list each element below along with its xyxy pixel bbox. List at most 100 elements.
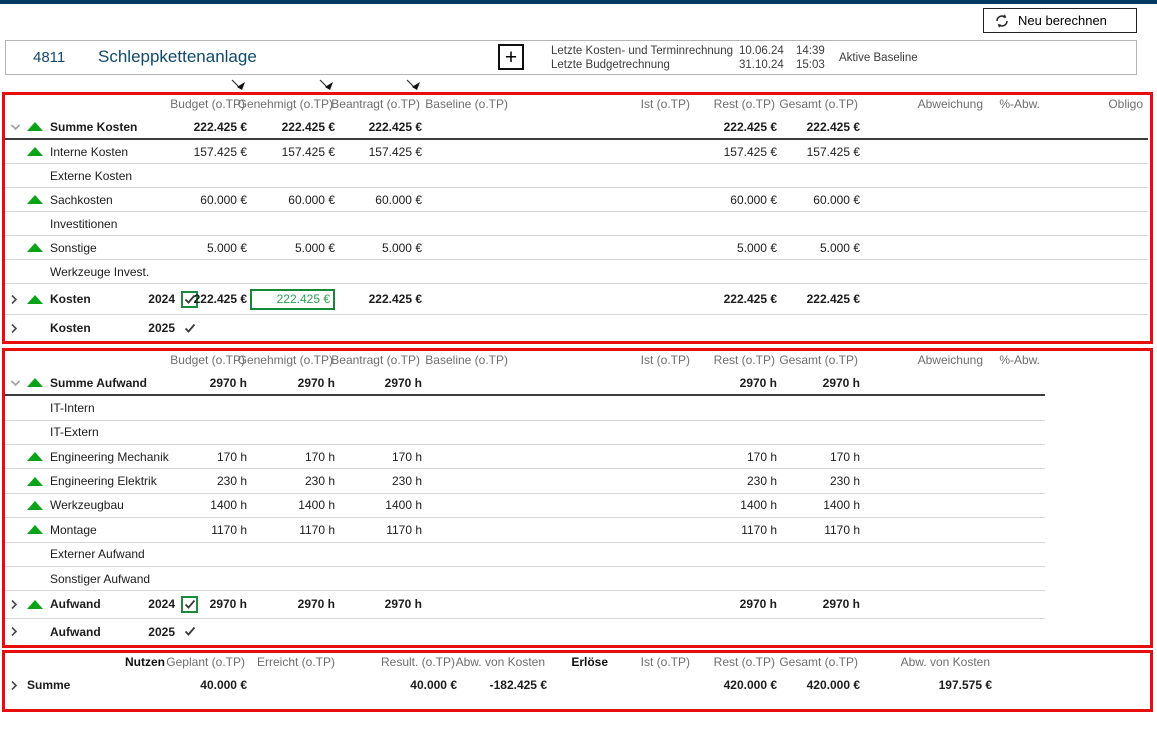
refresh-icon xyxy=(994,13,1010,29)
value-cell xyxy=(513,140,695,163)
value-cell xyxy=(513,494,695,517)
table-row[interactable]: Montage1170 h1170 h1170 h1170 h1170 h xyxy=(5,518,1045,542)
chevron-right-icon[interactable] xyxy=(10,294,27,305)
column-header: Erlöse xyxy=(550,653,613,671)
value-cell xyxy=(513,236,695,259)
value-cell xyxy=(863,494,988,517)
table-row[interactable]: IT-Intern xyxy=(5,396,1045,420)
value-cell xyxy=(695,543,780,566)
value-cell xyxy=(425,421,513,444)
row-name-cell: Werkzeugbau xyxy=(5,494,200,517)
table-row[interactable]: IT-Extern xyxy=(5,421,1045,445)
active-baseline-label: Aktive Baseline xyxy=(839,41,918,74)
value-cell: 1170 h xyxy=(695,518,780,541)
benefits-table: NutzenGeplant (o.TP)Erreicht (o.TP)Resul… xyxy=(5,653,995,709)
year-checkbox[interactable] xyxy=(181,623,198,640)
table-row[interactable]: Aufwand20242970 h2970 h2970 h2970 h2970 … xyxy=(5,591,1045,618)
chevron-right-icon[interactable] xyxy=(10,626,27,637)
last-budget-label: Letzte Budgetrechnung xyxy=(551,58,739,72)
value-cell: 40.000 € xyxy=(170,673,250,697)
table-row[interactable]: Kosten2024222.425 €222.425 €222.425 €222… xyxy=(5,284,1148,315)
value-cell xyxy=(863,469,988,492)
value-cell xyxy=(425,164,513,187)
last-budget-time: 15:03 xyxy=(796,58,841,72)
column-header: Abweichung xyxy=(863,351,988,369)
column-header: Ist (o.TP) xyxy=(613,653,695,671)
value-cell xyxy=(695,396,780,419)
value-cell xyxy=(425,619,513,645)
value-cell xyxy=(988,445,1045,468)
chevron-right-icon[interactable] xyxy=(10,323,27,334)
value-cell: 222.425 € xyxy=(695,115,780,138)
table-row[interactable]: Investitionen xyxy=(5,212,1148,236)
value-cell xyxy=(425,518,513,541)
row-label: IT-Intern xyxy=(50,401,95,415)
value-cell: 5.000 € xyxy=(695,236,780,259)
chevron-right-icon[interactable] xyxy=(10,599,27,610)
table-row[interactable]: Interne Kosten157.425 €157.425 €157.425 … xyxy=(5,140,1148,164)
value-cell: 170 h xyxy=(200,445,250,468)
table-row[interactable]: Externer Aufwand xyxy=(5,543,1045,567)
table-row[interactable]: Kosten2025 xyxy=(5,315,1148,341)
value-cell xyxy=(863,236,988,259)
table-row[interactable]: Externe Kosten xyxy=(5,164,1148,188)
value-cell xyxy=(988,543,1045,566)
column-header: %-Abw. xyxy=(988,95,1045,113)
value-cell: 60.000 € xyxy=(338,188,425,211)
row-name-cell: Summe Aufwand xyxy=(5,371,200,394)
value-cell xyxy=(780,421,863,444)
table-row[interactable]: Werkzeugbau1400 h1400 h1400 h1400 h1400 … xyxy=(5,494,1045,518)
row-name-cell: Werkzeuge Invest. xyxy=(5,260,200,283)
value-cell xyxy=(863,619,988,645)
value-cell: 1170 h xyxy=(338,518,425,541)
value-cell xyxy=(988,115,1045,138)
efforts-section: Budget (o.TP)Genehmigt (o.TP)Beantragt (… xyxy=(2,348,1153,648)
column-header: Abw. von Kosten xyxy=(863,653,995,671)
value-cell xyxy=(425,567,513,590)
table-row[interactable]: Engineering Mechanik170 h170 h170 h170 h… xyxy=(5,445,1045,469)
value-cell xyxy=(425,591,513,617)
chevron-down-icon[interactable] xyxy=(10,123,27,131)
table-row[interactable]: Sonstige5.000 €5.000 €5.000 €5.000 €5.00… xyxy=(5,236,1148,260)
table-row[interactable]: Aufwand2025 xyxy=(5,619,1045,645)
year-checkbox[interactable] xyxy=(181,320,198,337)
value-cell: 170 h xyxy=(780,445,863,468)
table-row[interactable]: Summe Aufwand2970 h2970 h2970 h2970 h297… xyxy=(5,371,1045,396)
value-cell xyxy=(988,315,1045,341)
add-button[interactable]: + xyxy=(498,44,524,70)
benefits-section: NutzenGeplant (o.TP)Erreicht (o.TP)Resul… xyxy=(2,650,1153,712)
recalculate-button[interactable]: Neu berechnen xyxy=(983,8,1137,33)
trend-up-icon xyxy=(27,452,43,461)
value-cell xyxy=(200,567,250,590)
value-cell xyxy=(513,164,695,187)
selected-value-cell[interactable]: 222.425 € xyxy=(250,289,335,310)
table-row[interactable]: Sonstiger Aufwand xyxy=(5,567,1045,591)
value-cell xyxy=(200,543,250,566)
value-cell xyxy=(695,567,780,590)
value-cell xyxy=(338,315,425,341)
value-cell xyxy=(988,236,1045,259)
value-cell xyxy=(1045,315,1148,341)
year-checkbox[interactable] xyxy=(181,596,198,613)
table-row[interactable]: Engineering Elektrik230 h230 h230 h230 h… xyxy=(5,469,1045,493)
value-cell xyxy=(863,315,988,341)
chevron-down-icon[interactable] xyxy=(10,379,27,387)
table-row[interactable]: Summe40.000 €40.000 €-182.425 €420.000 €… xyxy=(5,673,995,697)
column-header: Gesamt (o.TP) xyxy=(780,653,863,671)
row-label: Aufwand xyxy=(50,625,101,639)
value-cell xyxy=(550,673,613,697)
column-header: Result. (o.TP) xyxy=(340,653,460,671)
value-cell xyxy=(780,567,863,590)
table-row[interactable]: Sachkosten60.000 €60.000 €60.000 €60.000… xyxy=(5,188,1148,212)
value-cell xyxy=(250,543,338,566)
value-cell: 157.425 € xyxy=(695,140,780,163)
value-cell xyxy=(200,164,250,187)
chevron-right-icon[interactable] xyxy=(10,680,27,691)
value-cell xyxy=(988,260,1045,283)
value-cell xyxy=(425,371,513,394)
value-cell xyxy=(115,673,170,697)
table-row[interactable]: Summe Kosten222.425 €222.425 €222.425 €2… xyxy=(5,115,1148,140)
column-header: Beantragt (o.TP) xyxy=(338,351,425,369)
table-row[interactable]: Werkzeuge Invest. xyxy=(5,260,1148,284)
value-cell: 1170 h xyxy=(780,518,863,541)
